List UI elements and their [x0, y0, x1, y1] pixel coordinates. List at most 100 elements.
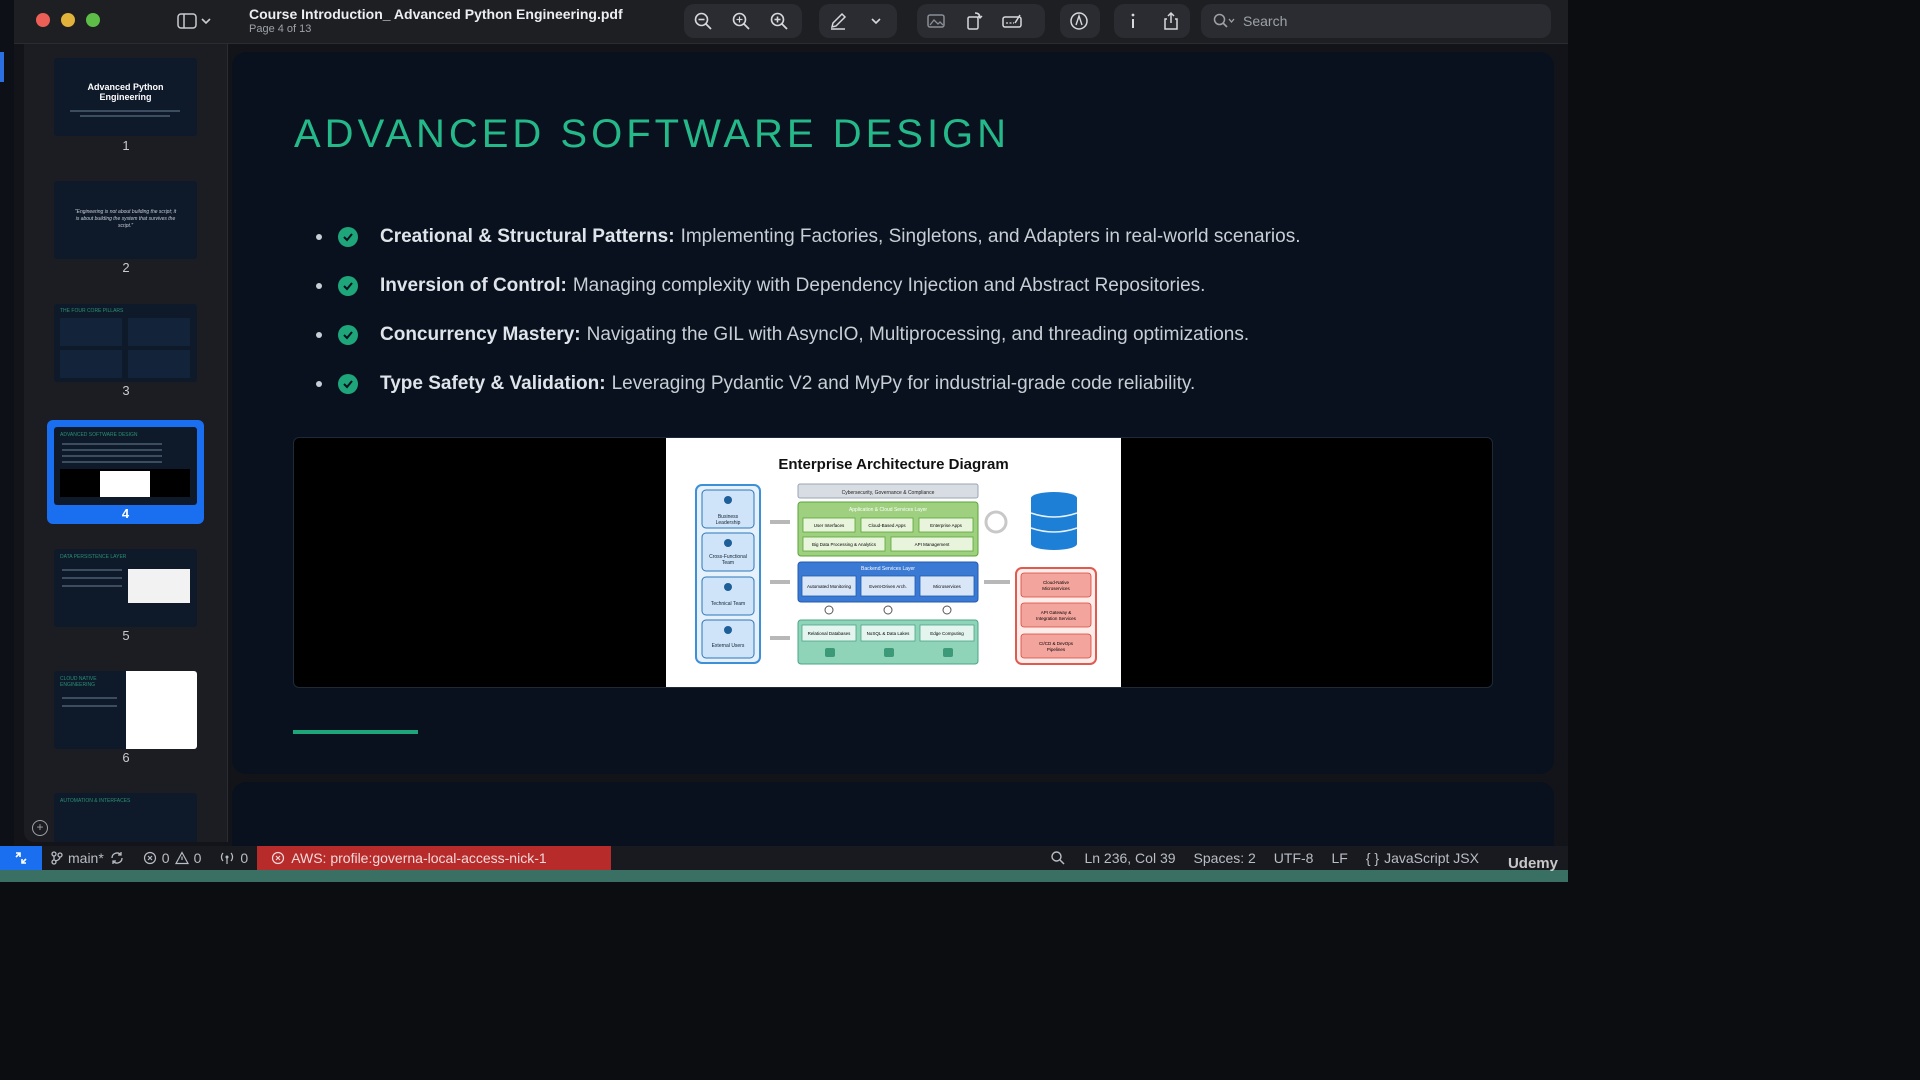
status-bar-right: Ln 236, Col 39 Spaces: 2 UTF-8 LF { } Jav…	[1041, 846, 1488, 870]
svg-text:NoSQL & Data Lakes: NoSQL & Data Lakes	[867, 631, 911, 636]
thumbnail-page-6[interactable]: CLOUD NATIVE ENGINEERING	[54, 671, 197, 749]
bullet-list: Creational & Structural Patterns: Impleme…	[312, 212, 1301, 408]
remote-icon	[15, 852, 27, 864]
bullet-text: Leveraging Pydantic V2 and MyPy for indu…	[611, 372, 1196, 394]
thumbnail-page-3[interactable]: THE FOUR CORE PILLARS	[54, 304, 197, 382]
zoom-indicator[interactable]	[1041, 850, 1075, 866]
thumbnail-page-5[interactable]: DATA PERSISTENCE LAYER	[54, 549, 197, 627]
thumbnail-text-line	[62, 705, 117, 707]
zoom-out-button[interactable]	[684, 4, 722, 38]
status-bar: main* 0 0 0 AWS: profile:governa-local-a…	[0, 846, 1568, 870]
problems-indicator[interactable]: 0 0	[134, 850, 211, 866]
svg-text:External Users: External Users	[712, 643, 745, 649]
titlebar: Course Introduction_ Advanced Python Eng…	[14, 0, 1568, 44]
braces-icon: { }	[1365, 850, 1380, 866]
background-window-edge	[0, 0, 14, 846]
highlight-menu-button[interactable]	[857, 4, 895, 38]
svg-text:Team: Team	[722, 560, 734, 566]
svg-text:Pipelines: Pipelines	[1047, 647, 1066, 652]
accent-underline	[293, 730, 418, 734]
markup-button[interactable]	[1060, 4, 1098, 38]
zoom-in-icon	[770, 12, 788, 30]
search-field[interactable]	[1201, 4, 1551, 38]
markup-pen-circle-icon	[1070, 12, 1088, 30]
thumbnail-page-7[interactable]: AUTOMATION & INTERFACES	[54, 793, 197, 842]
document-canvas: ADVANCED SOFTWARE DESIGN Creational & St…	[228, 44, 1568, 862]
magnifier-icon	[732, 12, 750, 30]
branch-name: main*	[68, 850, 104, 866]
highlight-button[interactable]	[819, 4, 857, 38]
bullet-item: Type Safety & Validation: Leveraging Pyda…	[312, 359, 1301, 408]
pen-icon	[830, 12, 847, 30]
preview-app: Course Introduction_ Advanced Python Eng…	[0, 0, 1568, 882]
add-page-button[interactable]: +	[32, 820, 48, 836]
document-title: Course Introduction_ Advanced Python Eng…	[249, 6, 623, 22]
bullet-dot	[316, 282, 322, 289]
language-mode[interactable]: { } JavaScript JSX	[1357, 850, 1488, 866]
close-button[interactable]	[36, 13, 50, 27]
svg-text:Automated Monitoring: Automated Monitoring	[807, 584, 852, 589]
encoding-setting[interactable]: UTF-8	[1265, 850, 1323, 866]
error-count: 0	[161, 850, 170, 866]
zoom-button[interactable]	[86, 13, 100, 27]
bullet-item: Creational & Structural Patterns: Impleme…	[312, 212, 1301, 261]
thumbnail-number: 3	[122, 383, 130, 398]
sidebar-toggle-button[interactable]	[177, 10, 223, 32]
bullet-heading: Creational & Structural Patterns:	[380, 225, 675, 247]
thumbnail-text-line	[62, 569, 122, 571]
minimize-button[interactable]	[61, 13, 75, 27]
bullet-dot	[316, 233, 322, 240]
svg-text:API Gateway &: API Gateway &	[1041, 610, 1072, 615]
slide-page-4: ADVANCED SOFTWARE DESIGN Creational & St…	[232, 52, 1554, 774]
svg-text:Enterprise Apps: Enterprise Apps	[930, 523, 963, 528]
rotate-button[interactable]	[955, 4, 993, 38]
info-icon	[1131, 13, 1135, 28]
markup-toolbar-toggle	[1060, 4, 1100, 38]
bullet-heading: Inversion of Control:	[380, 274, 567, 296]
info-button[interactable]	[1114, 4, 1152, 38]
diagram-graphic: BusinessLeadership Cross-FunctionalTeam …	[695, 483, 1097, 665]
thumbnail-text-line	[70, 110, 180, 112]
share-button[interactable]	[1152, 4, 1190, 38]
search-icon	[1051, 851, 1065, 865]
thumbnail-text-line	[80, 115, 170, 117]
zoom-in-button[interactable]	[760, 4, 798, 38]
svg-text:Event-Driven Arch.: Event-Driven Arch.	[869, 584, 907, 589]
cursor-position[interactable]: Ln 236, Col 39	[1075, 850, 1184, 866]
thumbnail-page-1[interactable]: Advanced Python Engineering	[54, 58, 197, 136]
page-indicator: Page 4 of 13	[249, 23, 312, 35]
ports-indicator[interactable]: 0	[210, 850, 257, 866]
thumbnail-card	[128, 350, 190, 378]
search-input[interactable]	[1243, 13, 1523, 29]
thumbnail-text-line	[62, 449, 162, 451]
edit-controls	[917, 4, 1045, 38]
udemy-watermark: Udemy	[1507, 855, 1558, 872]
crop-button[interactable]	[917, 4, 955, 38]
thumbnail-image	[126, 671, 197, 749]
sign-button[interactable]	[993, 4, 1031, 38]
svg-text:Cybersecurity, Governance & Co: Cybersecurity, Governance & Compliance	[842, 490, 935, 496]
actual-size-button[interactable]	[722, 4, 760, 38]
warning-count: 0	[193, 850, 202, 866]
svg-text:Application & Cloud Services L: Application & Cloud Services Layer	[849, 507, 927, 513]
line-ending-setting[interactable]: LF	[1322, 850, 1356, 866]
thumbnail-page-4-selected[interactable]: ADVANCED SOFTWARE DESIGN 4	[47, 420, 204, 524]
remote-button[interactable]	[0, 846, 42, 870]
thumbnail-page-2[interactable]: "Engineering is not about building the s…	[54, 181, 197, 259]
thumbnail-page-4: ADVANCED SOFTWARE DESIGN	[54, 427, 197, 505]
thumbnail-text-line	[62, 443, 162, 445]
markup-controls	[819, 4, 897, 38]
thumbnail-title: CLOUD NATIVE ENGINEERING	[60, 676, 97, 688]
indentation-setting[interactable]: Spaces: 2	[1185, 850, 1265, 866]
git-branch-icon	[51, 851, 63, 865]
signature-icon	[1002, 14, 1022, 28]
bullet-dot	[316, 331, 322, 338]
svg-text:Cloud-Native: Cloud-Native	[1043, 580, 1070, 585]
branch-indicator[interactable]: main*	[42, 850, 134, 866]
broadcast-icon	[221, 852, 234, 864]
thumbnail-title: DATA PERSISTENCE LAYER	[60, 554, 127, 560]
svg-text:User Interfaces: User Interfaces	[814, 523, 845, 528]
thumbnail-text-line	[62, 585, 122, 587]
check-circle-icon	[338, 275, 358, 296]
aws-profile-indicator[interactable]: AWS: profile:governa-local-access-nick-1	[257, 846, 612, 870]
